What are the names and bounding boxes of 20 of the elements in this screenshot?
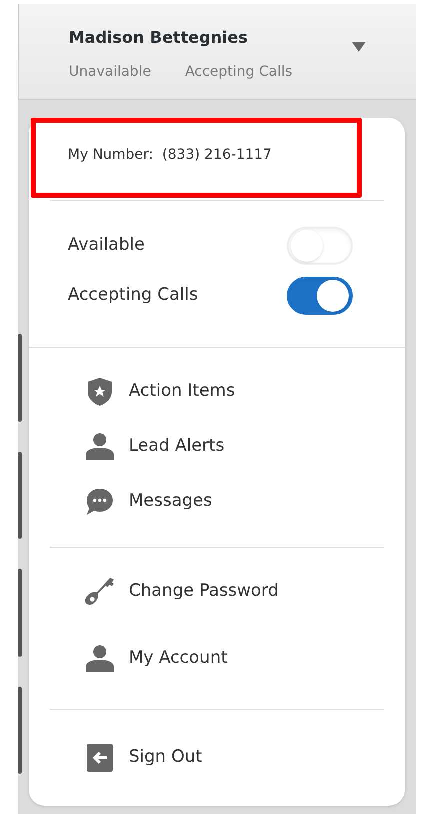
calls-status: Accepting Calls [185,63,293,82]
user-name: Madison Bettegnies [69,27,250,49]
shield-star-icon [87,376,113,406]
key-icon [85,576,115,608]
caret-icon[interactable] [352,42,366,52]
menu-item[interactable]: Sign Out [29,742,405,773]
toggle-label: Available [68,234,145,258]
toggle-label: Accepting Calls [68,284,198,308]
toggle-switch[interactable] [287,277,353,315]
availability-status: Unavailable [69,63,152,82]
person-icon [86,645,114,672]
menu-item[interactable]: My Account [29,643,405,674]
chat-bubble-icon [86,488,114,516]
person-icon [86,433,114,460]
menu-item[interactable]: Change Password [29,576,405,607]
menu-item[interactable]: Messages [29,486,405,517]
my-number-text: My Number: (833) 216-1117 [68,146,272,164]
menu-item[interactable]: Action Items [29,376,405,407]
exit-icon [87,744,113,772]
menu-item[interactable]: Lead Alerts [29,431,405,462]
